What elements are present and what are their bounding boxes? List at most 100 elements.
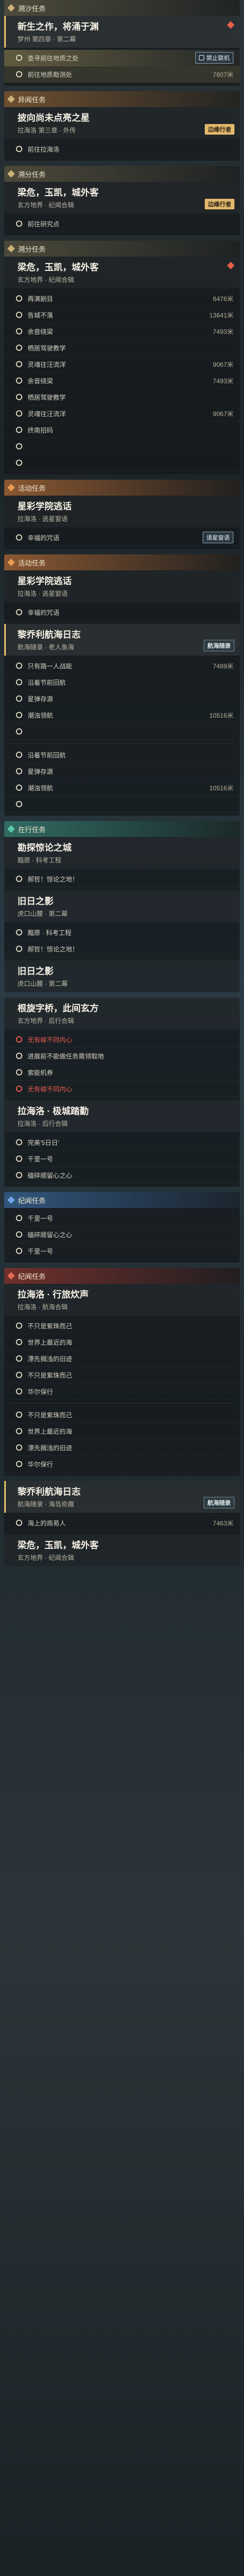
objective-row[interactable]: 世界上最近的海 <box>4 1423 240 1440</box>
objective-row[interactable]: 漂先搁浅的旧迹 <box>4 1351 240 1367</box>
objective-row[interactable]: 漂先搁浅的旧迹 <box>4 1440 240 1456</box>
quest-subtitle: 玄方地界 · 纪闻合辑 <box>18 1554 74 1562</box>
objective-row[interactable]: 幸福的咒语 <box>4 604 240 621</box>
objective-row[interactable]: 不只是紫珠而己 <box>4 1318 240 1334</box>
objective-ring-icon <box>16 443 22 449</box>
quest-card[interactable]: 拉海洛 · 行旅炊声 拉海洛 · 航海合辑 <box>4 1284 240 1316</box>
objective-row[interactable]: 栖居驾驶教学 <box>4 340 240 356</box>
objective-row[interactable]: 黯原 · 科考工程 <box>4 924 240 941</box>
objective-row[interactable]: 完美'5日日' <box>4 1134 240 1151</box>
quest-subtitle: 拉海洛 · 逃星窗语 <box>18 590 68 597</box>
quest-card[interactable]: 新生之作，将涌于渊 梦州 第四章 · 第二幕 <box>4 16 240 48</box>
objective-label: 郝哲！惊论之地！ <box>28 945 79 953</box>
objective-row[interactable]: 千里一号 <box>4 1210 240 1227</box>
quest-title: 旧日之影 <box>18 896 54 906</box>
quest-card[interactable]: 旧日之影 虎口山麓 · 第二幕 <box>4 890 240 922</box>
distance-label: 10516米 <box>209 784 233 792</box>
quest-title: 黎乔利航海日志 <box>18 630 81 640</box>
category-header-event[interactable]: 活动任务 <box>4 480 240 496</box>
objective-ring-icon <box>16 712 22 718</box>
quest-card[interactable]: 黎乔利航海日志 航海随录 · 老人鱼海 航海随录 <box>4 624 240 656</box>
objective-ring-icon <box>16 410 22 417</box>
quest-card[interactable]: 拉海洛 · 极城踏勤 拉海洛 · 后行合辑 <box>4 1100 240 1132</box>
objective-ring-icon <box>16 295 22 302</box>
quest-card[interactable]: 旧日之影 虎口山麓 · 第二幕 <box>4 960 240 992</box>
objective-row[interactable]: 无有峻不同内心 <box>4 1031 240 1048</box>
objective-ring-icon <box>16 146 22 152</box>
objective-ring-icon <box>16 1053 22 1059</box>
objective-row[interactable]: 千里一号 <box>4 1151 240 1167</box>
objective-row[interactable]: 前往地质勘测处 7607米 <box>4 66 240 83</box>
category-header-main[interactable]: 溯沙任务 <box>4 0 240 16</box>
objective-row[interactable]: 查寻前往地质之处 禁止联机 <box>4 50 240 66</box>
objective-row[interactable]: 再演剧目 6476米 <box>4 290 240 307</box>
section-event-1: 活动任务 星彩学院逃话 拉海洛 · 逃星窗语 幸福的咒语 请星窗语 <box>4 480 240 549</box>
objective-row[interactable] <box>4 438 240 455</box>
quest-card[interactable]: 梁危，玉凯，城外客 玄方地界 · 纪闻合辑 <box>4 257 240 288</box>
distance-label: 13641米 <box>209 311 233 319</box>
category-header-side[interactable]: 异闻任务 <box>4 91 240 107</box>
objective-row[interactable]: 星弹存源 <box>4 691 240 707</box>
objective-row[interactable]: 潮浊领航 10516米 <box>4 780 240 796</box>
objective-ring-icon <box>16 946 22 952</box>
quest-card[interactable]: 勘探惊论之城 黯原 · 科考工程 <box>4 837 240 869</box>
objective-row[interactable]: 前往拉海洛 <box>4 141 240 157</box>
objective-row[interactable]: 前往研究点 <box>4 216 240 232</box>
objective-row[interactable]: 海上的商易人 7463米 <box>4 1515 240 1531</box>
objective-ring-icon <box>16 1428 22 1434</box>
objective-row[interactable]: 沿着节前回航 <box>4 674 240 691</box>
quest-subtitle: 航海随录 · 老人鱼海 <box>18 643 74 651</box>
objective-ring-icon <box>16 1231 22 1238</box>
category-header-event[interactable]: 活动任务 <box>4 554 240 570</box>
objective-row[interactable]: 不只是紫珠而己 <box>4 1367 240 1383</box>
objective-row[interactable]: 郝哲！惊论之地！ <box>4 941 240 957</box>
objective-label: 余音绕梁 <box>28 328 54 336</box>
category-header-rumor[interactable]: 纪闻任务 <box>4 1268 240 1284</box>
objective-row[interactable]: 灵魂往汪流洋 9067米 <box>4 356 240 373</box>
divider <box>11 743 233 744</box>
category-header-legend[interactable]: 纪闻任务 <box>4 1192 240 1208</box>
quest-title: 勘探惊论之城 <box>18 843 72 853</box>
quest-card[interactable]: 根旋字桥，此间玄方 玄方地界 · 后行合辑 <box>4 998 240 1029</box>
quest-title: 梁危，玉凯，城外客 <box>18 1540 99 1550</box>
objective-row[interactable]: 磕碎顺留心之心 <box>4 1227 240 1243</box>
quest-card[interactable]: 星彩学院逃话 拉海洛 · 逃星窗语 <box>4 570 240 602</box>
objective-label: 不只是紫珠而己 <box>28 1322 73 1330</box>
objective-row[interactable]: 告城不落 13641米 <box>4 307 240 323</box>
category-header-world[interactable]: 在行任务 <box>4 821 240 837</box>
objective-row[interactable]: 终南招码 <box>4 422 240 438</box>
quest-card[interactable]: 星彩学院逃话 拉海洛 · 逃星窗语 <box>4 496 240 527</box>
objective-row[interactable]: 栖居驾驶教学 <box>4 389 240 405</box>
objective-row[interactable] <box>4 796 240 813</box>
objective-label: 幸福的咒语 <box>28 608 60 616</box>
objective-row[interactable]: 进展前不能做任务需领取地 <box>4 1048 240 1064</box>
objective-row[interactable]: 只有路一人战能 7489米 <box>4 658 240 674</box>
objective-row[interactable]: 余音绕梁 7493米 <box>4 323 240 340</box>
objective-row[interactable]: 世界上最近的海 <box>4 1334 240 1351</box>
quest-title: 梁危，玉凯，城外客 <box>18 188 99 198</box>
objective-row[interactable] <box>4 455 240 471</box>
objective-row[interactable]: 索能机券 <box>4 1064 240 1081</box>
quest-card[interactable]: 披向尚未点亮之星 拉海洛 第三章 · 外传 边缘行者 <box>4 107 240 139</box>
category-header-main[interactable]: 溯分任务 <box>4 166 240 182</box>
objective-row[interactable]: 华尔保行 <box>4 1456 240 1472</box>
objective-row[interactable]: 不只是紫珠而己 <box>4 1407 240 1423</box>
objective-row[interactable]: 千里一号 <box>4 1243 240 1259</box>
objective-row[interactable]: 幸福的咒语 请星窗语 <box>4 530 240 546</box>
objective-row[interactable] <box>4 724 240 740</box>
quest-card[interactable]: 梁危，玉凯，城外客 玄方地界 · 纪闻合辑 边缘行者 <box>4 182 240 214</box>
objective-row[interactable]: 磕碎顺留心之心 <box>4 1167 240 1184</box>
objective-row[interactable]: 无有峻不同内心 <box>4 1081 240 1097</box>
objective-row[interactable]: 余音绕梁 7493米 <box>4 373 240 389</box>
quest-card[interactable]: 梁危，玉凯，城外客 玄方地界 · 纪闻合辑 <box>4 1534 240 1566</box>
objective-row[interactable]: 沿着节前回航 <box>4 747 240 763</box>
objective-row[interactable]: 星弹存源 <box>4 763 240 780</box>
objective-ring-icon <box>16 377 22 384</box>
objective-row[interactable]: 灵魂往汪流洋 9067米 <box>4 405 240 422</box>
objective-ring-icon <box>16 328 22 334</box>
category-header-main[interactable]: 溯分任务 <box>4 241 240 257</box>
objective-row[interactable]: 郝哲！惊论之地！ <box>4 871 240 887</box>
objective-row[interactable]: 潮浊领航 10516米 <box>4 707 240 724</box>
objective-row[interactable]: 华尔保行 <box>4 1383 240 1400</box>
quest-card[interactable]: 黎乔利航海日志 航海随录 · 海岛奇趣 航海随录 <box>4 1481 240 1513</box>
